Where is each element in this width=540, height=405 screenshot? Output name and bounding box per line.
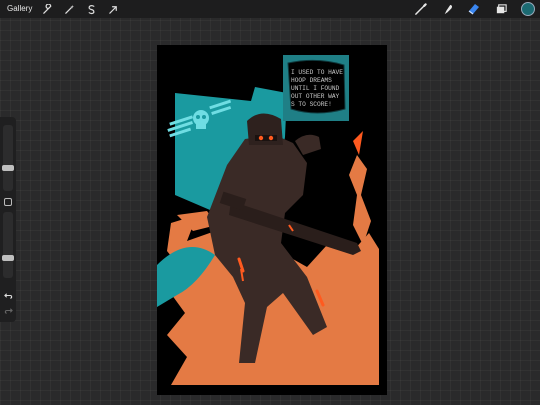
modify-button[interactable] — [4, 198, 12, 206]
eraser-icon[interactable] — [466, 1, 482, 17]
undo-icon — [3, 292, 12, 299]
speech-line: S TO SCORE! — [291, 101, 332, 108]
wrench-icon[interactable] — [40, 2, 54, 16]
magic-wand-icon[interactable] — [62, 2, 76, 16]
speech-line: HOOP DREAMS — [291, 77, 332, 84]
opacity-thumb[interactable] — [2, 255, 14, 262]
current-color-swatch — [521, 2, 535, 16]
speech-line: OUT OTHER WAY — [291, 93, 340, 100]
brush-icon[interactable] — [412, 1, 428, 17]
tools-group — [401, 0, 536, 18]
speech-line: I USED TO HAVE — [291, 69, 343, 76]
brush-size-thumb[interactable] — [2, 164, 14, 171]
sidebar — [0, 117, 16, 322]
opacity-slider[interactable] — [2, 212, 14, 278]
canvas[interactable]: I USED TO HAVE HOOP DREAMS UNTIL I FOUND… — [157, 45, 387, 395]
transform-arrow-icon[interactable] — [106, 2, 120, 16]
redo-button[interactable] — [3, 305, 13, 315]
top-toolbar: Gallery — [0, 0, 540, 18]
artwork: I USED TO HAVE HOOP DREAMS UNTIL I FOUND… — [157, 45, 387, 395]
redo-icon — [4, 307, 13, 314]
undo-button[interactable] — [3, 290, 13, 300]
gallery-button[interactable]: Gallery — [7, 0, 32, 18]
layers-icon[interactable] — [493, 1, 509, 17]
speech-line: UNTIL I FOUND — [291, 85, 340, 92]
brush-size-slider[interactable] — [2, 125, 14, 191]
color-picker[interactable] — [520, 1, 536, 17]
selection-icon[interactable] — [84, 2, 98, 16]
smudge-icon[interactable] — [439, 1, 455, 17]
